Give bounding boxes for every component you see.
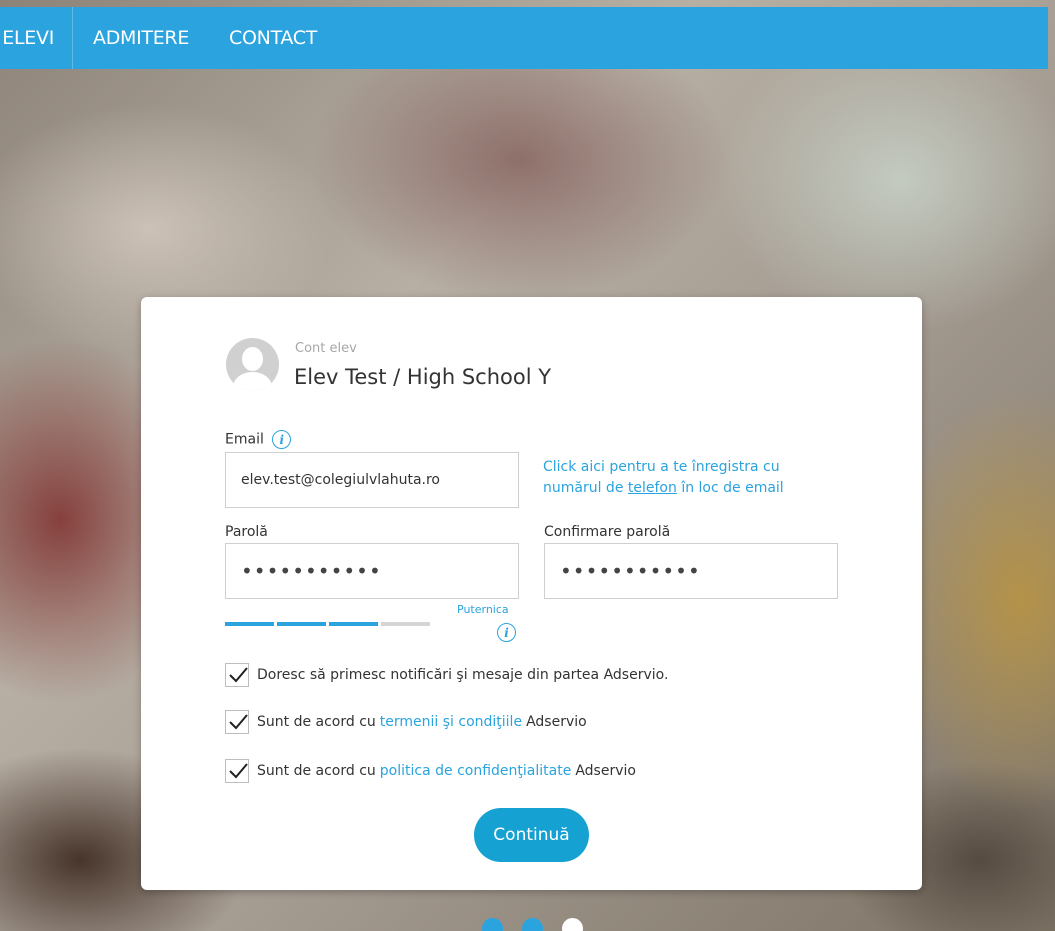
nav-item-elevi[interactable]: ELEVI	[0, 7, 73, 69]
avatar	[226, 338, 279, 391]
checkmark-icon	[229, 667, 248, 683]
password-strength-meter	[225, 622, 430, 626]
privacy-link[interactable]: politica de confidenţialitate	[380, 763, 572, 779]
pager-dot[interactable]	[562, 918, 583, 931]
terms-row: Sunt de acord cu termenii şi condiţiile …	[225, 710, 587, 734]
notifications-text: Doresc să primesc notificări şi mesaje d…	[257, 667, 669, 683]
pager-dot[interactable]	[522, 918, 543, 931]
terms-suffix: Adservio	[526, 714, 587, 730]
phone-link-word[interactable]: telefon	[628, 480, 677, 496]
slide-pager	[482, 918, 583, 931]
notifications-checkbox[interactable]	[225, 663, 249, 687]
nav-item-contact[interactable]: CONTACT	[209, 7, 337, 69]
password-label: Parolă	[225, 524, 268, 540]
avatar-body	[233, 372, 272, 391]
nav-item-admitere[interactable]: ADMITERE	[73, 7, 209, 69]
privacy-checkbox[interactable]	[225, 759, 249, 783]
registration-card: Cont elev Elev Test / High School Y Emai…	[141, 297, 922, 890]
strength-segment	[329, 622, 378, 626]
phone-link-suffix: în loc de email	[676, 480, 784, 496]
privacy-suffix: Adservio	[575, 763, 636, 779]
avatar-head	[242, 347, 263, 371]
pager-dot[interactable]	[482, 918, 503, 931]
privacy-prefix: Sunt de acord cu	[257, 763, 376, 779]
continue-button[interactable]: Continuă	[474, 808, 589, 862]
email-label: Email	[225, 431, 264, 448]
email-label-row: Email i	[225, 430, 292, 449]
top-nav: ELEVI ADMITERE CONTACT	[0, 7, 1048, 69]
confirm-password-field[interactable]: •••••••••••	[544, 543, 838, 599]
phone-register-link[interactable]: Click aici pentru a te înregistra cu num…	[543, 457, 833, 499]
notifications-row: Doresc să primesc notificări şi mesaje d…	[225, 663, 668, 687]
confirm-password-label: Confirmare parolă	[544, 524, 671, 540]
email-field[interactable]: elev.test@colegiulvlahuta.ro	[225, 452, 519, 508]
strength-segment	[381, 622, 430, 626]
terms-prefix: Sunt de acord cu	[257, 714, 376, 730]
account-title: Elev Test / High School Y	[294, 365, 552, 389]
account-type-label: Cont elev	[295, 341, 357, 356]
terms-checkbox[interactable]	[225, 710, 249, 734]
strength-info-icon[interactable]: i	[497, 623, 516, 642]
page: ELEVI ADMITERE CONTACT Cont elev Elev Te…	[0, 0, 1055, 931]
strength-info-wrap: i	[497, 622, 516, 642]
strength-segment	[225, 622, 274, 626]
password-strength-label: Puternica	[457, 603, 509, 616]
terms-link[interactable]: termenii şi condiţiile	[380, 714, 522, 730]
email-info-icon[interactable]: i	[272, 430, 292, 449]
checkmark-icon	[229, 714, 248, 730]
privacy-row: Sunt de acord cu politica de confidenţia…	[225, 759, 636, 783]
strength-segment	[277, 622, 326, 626]
password-field[interactable]: •••••••••••	[225, 543, 519, 599]
checkmark-icon	[229, 763, 248, 779]
